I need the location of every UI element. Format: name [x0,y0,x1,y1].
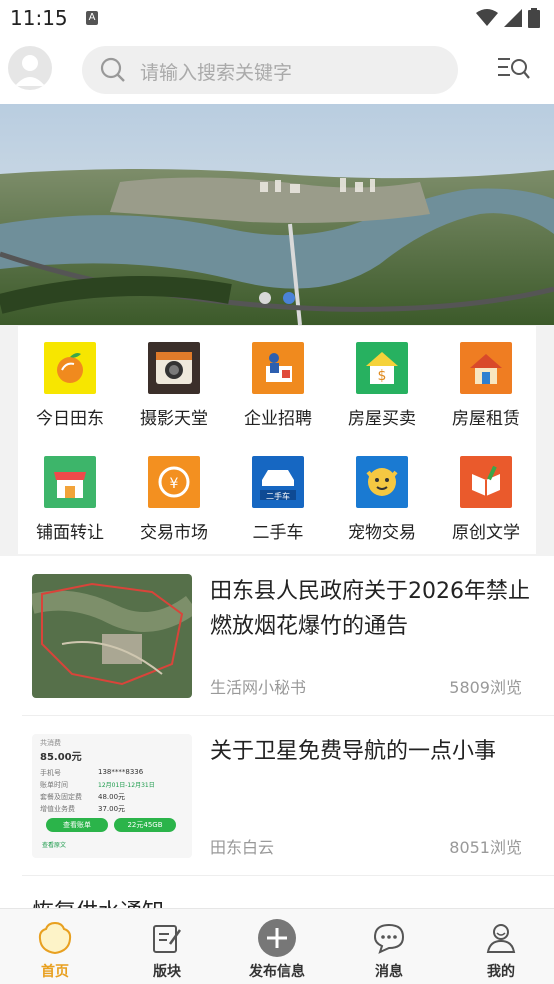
bill-period: 12月01日-12月31日 [98,782,155,789]
bill-package-button: 22元45GB [114,818,176,832]
list-item[interactable]: 共消费 85.00元 手机号 138****8336 账单时间 12月01日-1… [22,716,554,876]
bill-extra-label: 增值业务费 [40,805,75,813]
tab-messages[interactable]: 消息 [344,917,434,981]
signal-icon [504,9,522,27]
bill-total-label: 共消费 [40,739,61,747]
banner-dot-2[interactable] [283,292,295,304]
tab-home[interactable]: 首页 [10,917,100,981]
used-car-icon: 二手车 [252,456,304,508]
category-label: 房屋买卖 [348,409,416,429]
bill-view-button: 查看账单 [46,818,108,832]
category-label: 房屋租赁 [452,409,520,429]
home-icon [38,921,72,955]
category-item-pet[interactable]: 宠物交易 [330,456,434,543]
orange-fruit-icon [44,342,96,394]
house-rent-icon [460,342,512,394]
news-feed: 田东县人民政府关于2026年禁止燃放烟花爆竹的通告 生活网小秘书 5809浏览 … [0,556,554,908]
bill-amount: 85.00元 [40,752,82,763]
news-thumbnail-bill: 共消费 85.00元 手机号 138****8336 账单时间 12月01日-1… [32,734,192,858]
news-title[interactable]: 田东县人民政府关于2026年禁止燃放烟花爆竹的通告 [210,574,530,644]
trade-icon: ¥ [148,456,200,508]
camera-icon [148,342,200,394]
news-views: 8051浏览 [449,838,522,857]
bill-phone-label: 手机号 [40,769,61,777]
category-item-shop[interactable]: 铺面转让 [18,456,122,543]
status-time: 11:15 [10,6,68,30]
user-avatar-icon [15,55,45,86]
banner-image[interactable] [0,104,554,325]
category-item-photo[interactable]: 摄影天堂 [122,342,226,429]
category-label: 今日田东 [36,409,104,429]
category-item-house-sale[interactable]: $ 房屋买卖 [330,342,434,429]
news-title[interactable]: 关于卫星免费导航的一点小事 [210,734,530,769]
search-input[interactable]: 请输入搜索关键字 [140,58,292,85]
wifi-icon [476,9,498,26]
status-bar: 11:15 A [0,0,554,38]
tab-label: 发布信息 [249,964,305,980]
battery-icon [528,8,540,28]
category-item-house-rent[interactable]: 房屋租赁 [434,342,538,429]
user-icon [486,924,516,953]
category-label: 摄影天堂 [140,409,208,429]
search-bar[interactable]: 请输入搜索关键字 [82,46,458,94]
news-author: 田东白云 [210,838,275,857]
category-label: 交易市场 [140,523,208,543]
bill-phone: 138****8336 [98,768,144,776]
bottom-tab-bar: 首页 版块 发布信息 消息 我的 [0,908,554,984]
category-search-icon[interactable] [498,56,530,82]
system-icons [476,8,540,28]
banner-dot-1[interactable] [259,292,271,304]
category-item-used-car[interactable]: 二手车 二手车 [226,456,330,543]
category-item-trade[interactable]: ¥ 交易市场 [122,456,226,543]
svg-text:$: $ [378,368,387,384]
divider [22,875,554,876]
avatar[interactable] [8,46,52,90]
bill-fee-label: 套餐及固定费 [40,793,82,801]
tab-label: 版块 [153,964,181,980]
svg-text:¥: ¥ [170,476,179,492]
plus-circle-icon [258,919,296,957]
category-item-today[interactable]: 今日田东 [18,342,122,429]
chat-icon [373,923,405,954]
news-thumbnail-map [32,574,192,698]
edit-icon [153,925,182,953]
bill-fee: 48.00元 [98,793,126,801]
list-item[interactable]: 田东县人民政府关于2026年禁止燃放烟花爆竹的通告 生活网小秘书 5809浏览 [22,556,554,716]
category-item-recruit[interactable]: 企业招聘 [226,342,330,429]
recruit-icon [252,342,304,394]
bill-period-label: 账单时间 [40,781,68,789]
category-label: 铺面转让 [36,523,104,543]
notification-icon: A [86,11,98,25]
category-label: 企业招聘 [244,409,312,429]
news-views: 5809浏览 [449,678,522,697]
literature-icon [460,456,512,508]
bill-original-link: 查看原文 [42,842,67,849]
tab-profile[interactable]: 我的 [456,917,546,981]
tab-label: 消息 [375,964,403,980]
category-label: 二手车 [252,523,304,543]
tab-label: 我的 [487,964,515,980]
category-item-literature[interactable]: 原创文学 [434,456,538,543]
shop-icon [44,456,96,508]
svg-text:二手车: 二手车 [266,491,290,501]
bill-extra: 37.00元 [98,805,126,813]
house-sale-icon: $ [356,342,408,394]
category-grid: 今日田东 摄影天堂 企业招聘 $ 房屋买卖 房屋租赁 铺面转让 ¥ 交易市场 二… [18,326,536,554]
news-author: 生活网小秘书 [210,678,307,697]
app-header: 请输入搜索关键字 [0,38,554,104]
tab-publish[interactable]: 发布信息 [232,917,322,981]
tab-label: 首页 [41,964,69,980]
pet-icon [356,456,408,508]
tab-sections[interactable]: 版块 [122,917,212,981]
category-label: 原创文学 [452,523,520,543]
search-icon [100,57,125,82]
category-label: 宠物交易 [348,523,416,543]
